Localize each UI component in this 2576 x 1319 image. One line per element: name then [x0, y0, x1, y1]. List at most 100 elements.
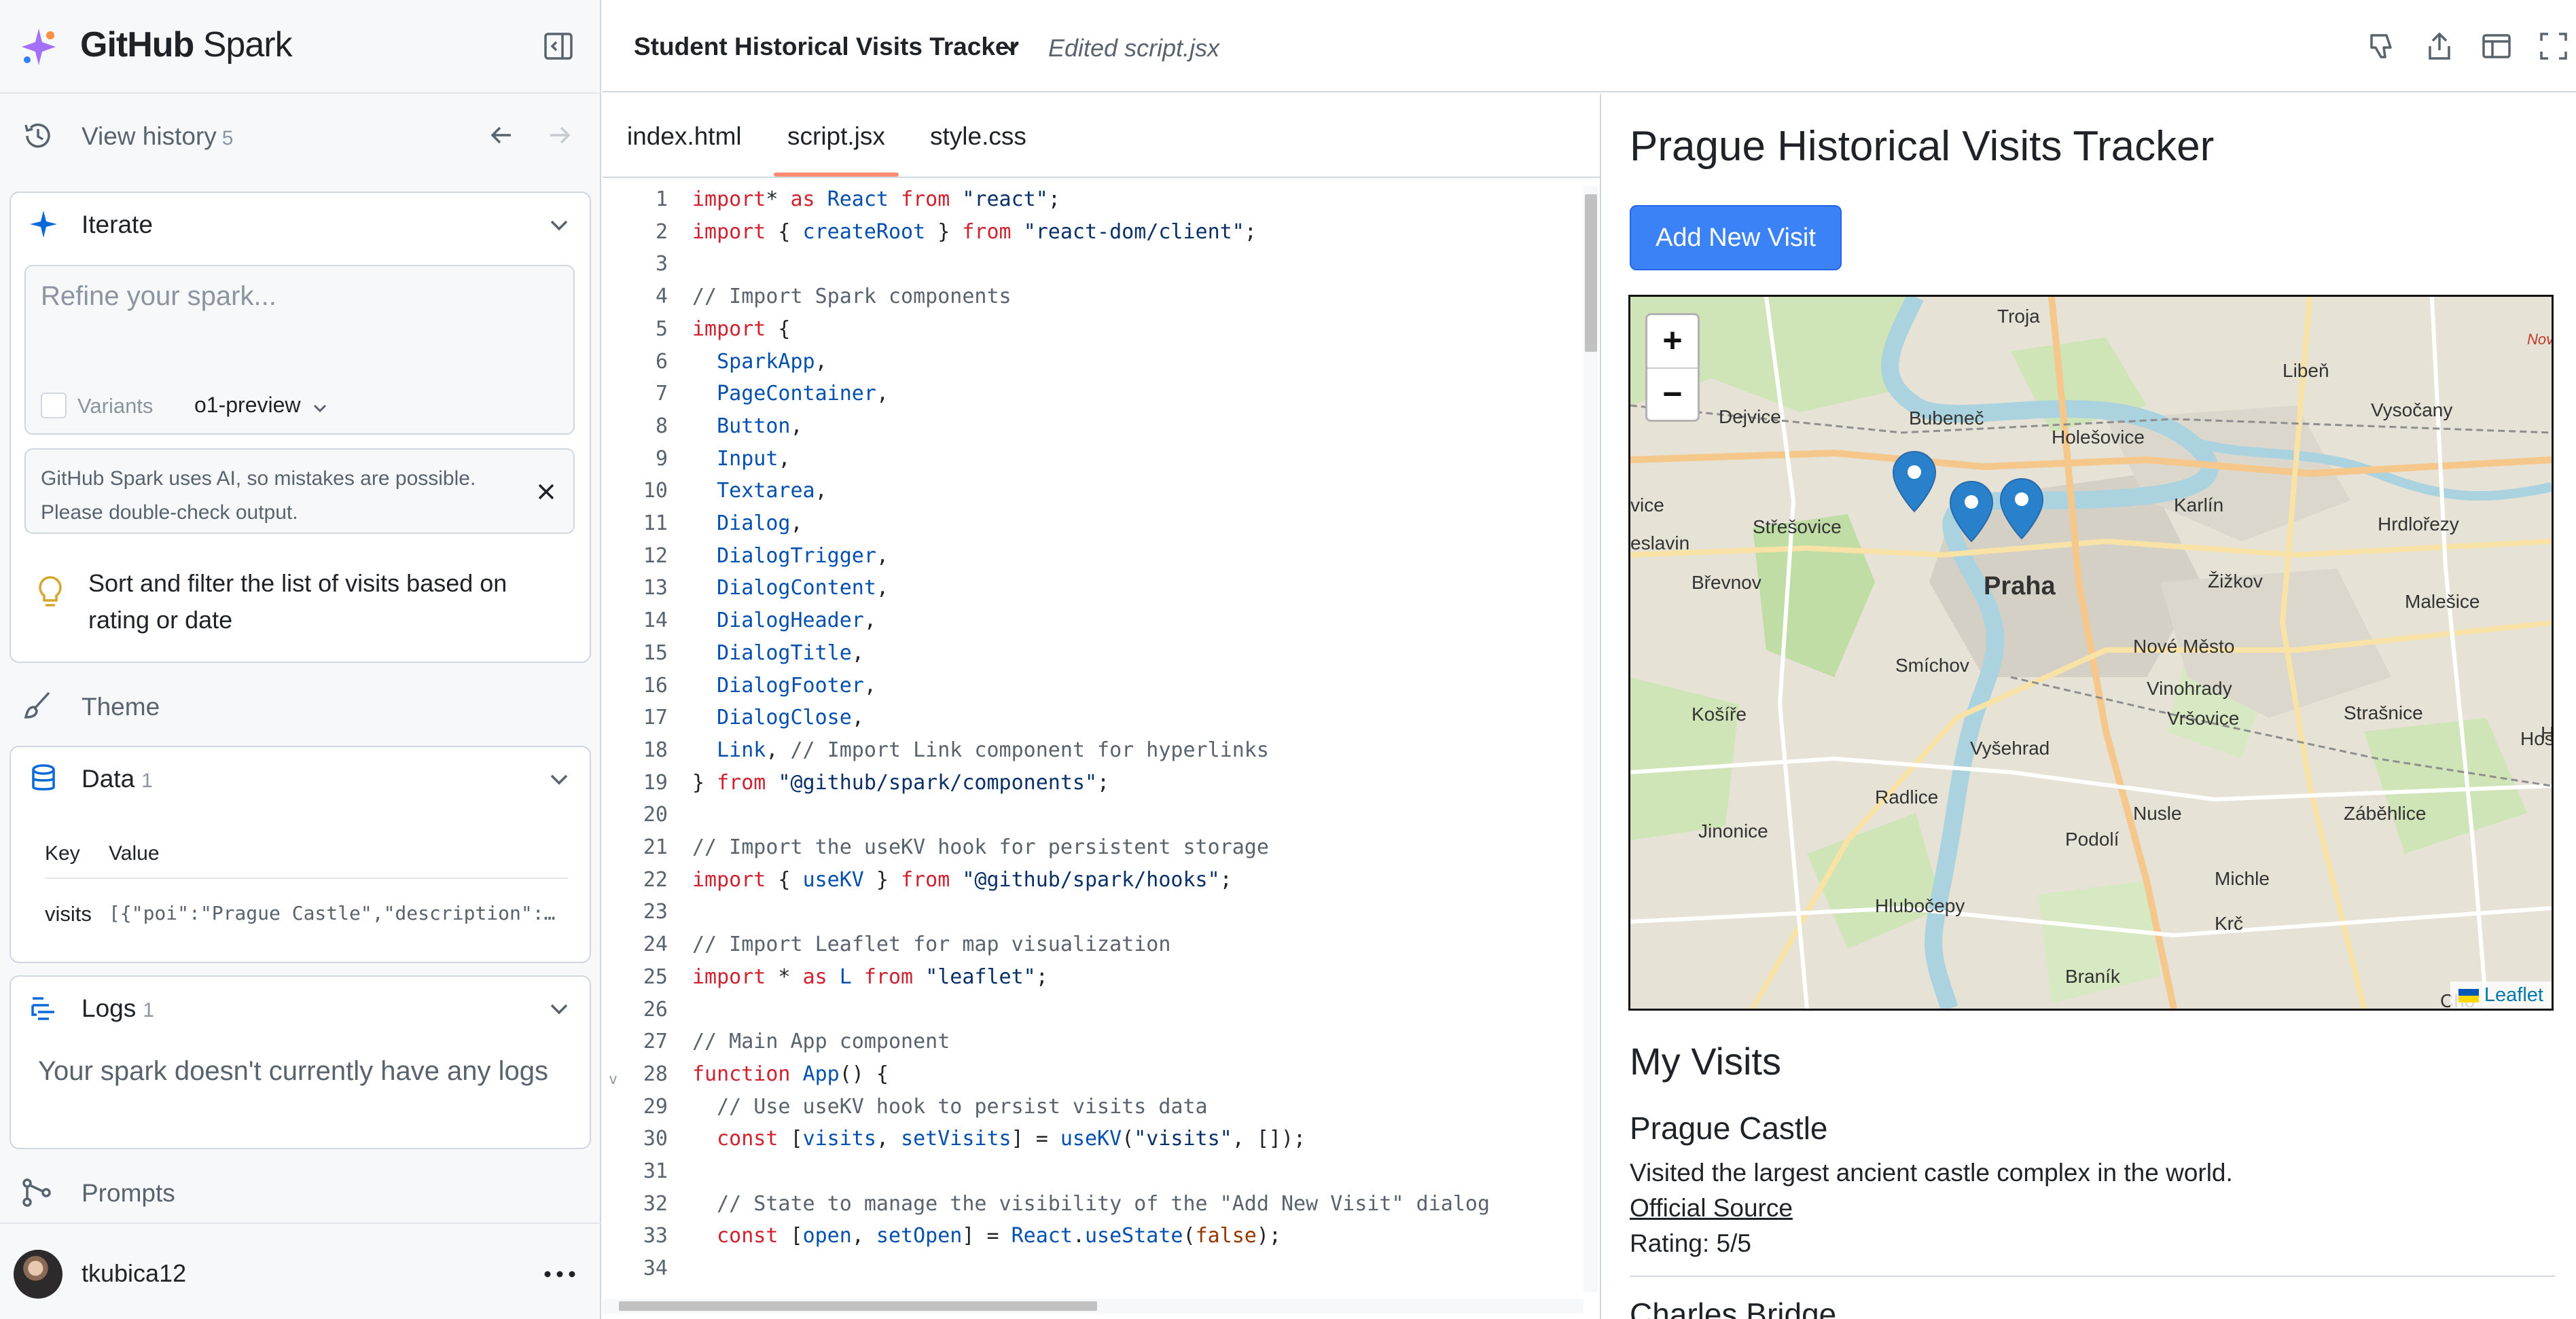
horizontal-scroll-thumb[interactable]	[619, 1301, 1097, 1311]
zoom-in-button[interactable]: +	[1647, 315, 1698, 367]
line-number: 1	[655, 187, 668, 211]
refine-input[interactable]: Refine your spark... Variants o1-preview	[24, 265, 575, 435]
code-line[interactable]: // State to manage the visibility of the…	[692, 1192, 1490, 1216]
visit-source-link[interactable]: Official Source	[1630, 1194, 1793, 1223]
map-canvas[interactable]: Troja Libeň Vysočany Dejvice Bubeneč Holešovi…	[1630, 297, 2552, 1009]
map-place-label: Braník	[2065, 966, 2121, 987]
code-line[interactable]: const [open, setOpen] = React.useState(f…	[692, 1224, 1281, 1248]
prompts-row[interactable]: Prompts	[0, 1163, 601, 1224]
code-line[interactable]: import* as React from "react";	[692, 187, 1060, 211]
theme-row[interactable]: Theme	[0, 674, 601, 739]
code-line[interactable]: // Import Spark components	[692, 285, 1012, 308]
share-icon[interactable]	[2423, 30, 2456, 62]
zoom-out-button[interactable]: −	[1647, 369, 1698, 421]
code-line[interactable]: import * as L from "leaflet";	[692, 965, 1048, 989]
code-line[interactable]: Textarea,	[692, 479, 827, 503]
code-line[interactable]: import {	[692, 317, 791, 341]
line-number: 29	[643, 1095, 668, 1119]
code-line[interactable]: function App() {	[692, 1062, 889, 1086]
line-number: 3	[655, 252, 668, 276]
model-select[interactable]: o1-preview	[194, 393, 301, 418]
data-row-key[interactable]: visits	[45, 902, 92, 926]
data-row-value[interactable]: [{"poi":"Prague Castle","description":"V…	[109, 902, 557, 924]
code-line[interactable]: Dialog,	[692, 511, 802, 535]
code-line[interactable]: DialogTitle,	[692, 641, 864, 665]
data-count: 1	[141, 770, 153, 792]
vertical-scroll-thumb[interactable]	[1585, 194, 1597, 352]
browser-window-icon[interactable]	[2480, 30, 2513, 62]
code-line[interactable]: import { useKV } from "@github/spark/hoo…	[692, 868, 1232, 892]
sidebar: GitHub Spark View history 5 Iterate Refi…	[0, 0, 601, 1319]
tab-index-html[interactable]: index.html	[627, 122, 742, 151]
code-line[interactable]: DialogFooter,	[692, 674, 876, 698]
code-line[interactable]: const [visits, setVisits] = useKV("visit…	[692, 1127, 1306, 1151]
data-column-key: Key	[45, 842, 80, 865]
visit-rating: Rating: 5/5	[1630, 1229, 1751, 1257]
more-options-icon[interactable]	[539, 1261, 580, 1288]
file-tabs: index.html script.jsx style.css	[603, 94, 1601, 178]
model-chevron-down-icon[interactable]	[311, 399, 329, 417]
code-line[interactable]: Link, // Import Link component for hyper…	[692, 738, 1269, 762]
project-title[interactable]: Student Historical Visits Tracker	[634, 33, 1019, 61]
line-number: 20	[643, 803, 668, 827]
code-line[interactable]: DialogHeader,	[692, 609, 876, 632]
map[interactable]: Troja Libeň Vysočany Dejvice Bubeneč Holešovi…	[1628, 295, 2554, 1011]
line-number: 34	[643, 1257, 668, 1280]
code-line[interactable]: // Import the useKV hook for persistent …	[692, 835, 1269, 859]
data-divider	[45, 878, 568, 879]
code-line[interactable]: // Main App component	[692, 1030, 950, 1053]
arrow-left-icon[interactable]	[486, 120, 518, 151]
map-place-label: Michle	[2215, 868, 2270, 889]
view-history-label: View history 5	[82, 122, 233, 151]
code-line[interactable]: } from "@github/spark/components";	[692, 771, 1109, 795]
code-line[interactable]: DialogTrigger,	[692, 544, 889, 568]
fullscreen-icon[interactable]	[2537, 30, 2570, 62]
line-number: 5	[655, 317, 668, 341]
leaflet-link[interactable]: Leaflet	[2484, 984, 2543, 1006]
vertical-scrollbar[interactable]	[1584, 186, 1598, 1292]
add-new-visit-button[interactable]: Add New Visit	[1630, 205, 1842, 270]
active-tab-indicator	[774, 173, 899, 177]
code-line[interactable]: // Import Leaflet for map visualization	[692, 933, 1170, 956]
map-place-label: Karlín	[2174, 494, 2223, 516]
line-number: 13	[643, 576, 668, 600]
tab-style-css[interactable]: style.css	[930, 122, 1026, 151]
code-line[interactable]: DialogClose,	[692, 706, 864, 729]
map-place-label: Libeň	[2283, 360, 2329, 381]
code-line[interactable]: import { createRoot } from "react-dom/cl…	[692, 220, 1257, 244]
iterate-header[interactable]: Iterate	[11, 193, 590, 254]
code-area[interactable]: 1 import* as React from "react"; 2 import {…	[603, 187, 1581, 1289]
logs-header[interactable]: Logs 1	[11, 977, 590, 1038]
chevron-down-icon[interactable]	[546, 996, 572, 1022]
prompts-label: Prompts	[82, 1179, 175, 1207]
code-line[interactable]: Button,	[692, 414, 802, 438]
arrow-right-icon[interactable]	[543, 120, 575, 151]
fold-chevron-icon[interactable]: v	[609, 1070, 617, 1088]
code-line[interactable]: DialogContent,	[692, 576, 889, 600]
tab-script-jsx[interactable]: script.jsx	[787, 122, 885, 151]
code-line[interactable]: PageContainer,	[692, 382, 889, 405]
code-line[interactable]: SparkApp,	[692, 350, 827, 374]
line-number: 32	[643, 1192, 668, 1216]
suggestion-item[interactable]: Sort and filter the list of visits based…	[88, 565, 509, 638]
line-number: 23	[643, 900, 668, 924]
spark-logo-icon	[22, 29, 56, 65]
code-line[interactable]: // Use useKV hook to persist visits data	[692, 1095, 1207, 1119]
line-number: 24	[643, 933, 668, 956]
close-icon[interactable]	[534, 480, 558, 504]
map-place-label: Vyšehrad	[1970, 738, 2050, 759]
project-chevron-down-icon[interactable]	[999, 35, 1022, 58]
line-number: 6	[655, 350, 668, 374]
sidebar-collapse-icon[interactable]	[542, 30, 575, 62]
line-number: 9	[655, 447, 668, 471]
thumbs-down-icon[interactable]	[2366, 30, 2399, 62]
data-header[interactable]: Data 1	[11, 747, 590, 808]
variants-checkbox[interactable]	[41, 393, 67, 418]
view-history-row[interactable]: View history 5	[0, 102, 601, 170]
horizontal-scrollbar[interactable]	[603, 1299, 1584, 1314]
code-line[interactable]: Input,	[692, 447, 790, 471]
map-place-label: Jinonice	[1698, 820, 1768, 842]
chevron-down-icon[interactable]	[546, 212, 572, 238]
chevron-down-icon[interactable]	[546, 766, 572, 792]
avatar[interactable]	[14, 1250, 62, 1299]
